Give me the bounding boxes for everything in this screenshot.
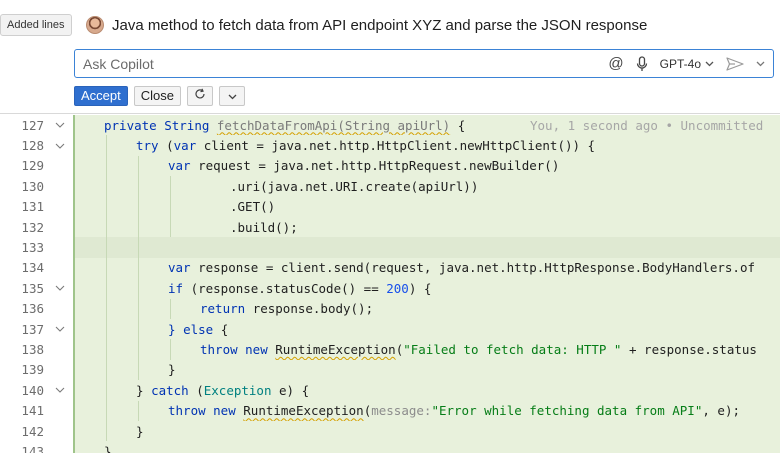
code-line-130[interactable]: 130 .uri(java.net.URI.create(apiUrl)): [0, 176, 780, 197]
at-mention-icon[interactable]: @: [608, 55, 623, 72]
code-line-138[interactable]: 138 throw new RuntimeException("Failed t…: [0, 339, 780, 360]
line-number: 139: [21, 362, 44, 378]
code-text: return response.body();: [200, 301, 374, 317]
more-options-button[interactable]: [219, 86, 245, 106]
prompt-text: Java method to fetch data from API endpo…: [112, 16, 648, 34]
fold-chevron-icon[interactable]: [46, 115, 74, 135]
code-text: }: [168, 362, 176, 378]
fold-chevron-icon[interactable]: [46, 135, 74, 155]
code-line-127[interactable]: 127 private String fetchDataFromApi(Stri…: [0, 115, 780, 136]
line-number: 138: [21, 342, 44, 358]
ask-copilot-input[interactable]: [75, 50, 595, 77]
line-number: 140: [21, 382, 44, 398]
code-text: .GET(): [230, 199, 276, 215]
code-text: var request = java.net.http.HttpRequest.…: [168, 158, 560, 174]
ask-tools: @ GPT-4o: [608, 50, 765, 77]
code-line-133[interactable]: 133: [0, 237, 780, 258]
code-line-136[interactable]: 136 return response.body();: [0, 298, 780, 319]
code-line-140[interactable]: 140 } catch (Exception e) {: [0, 380, 780, 401]
refresh-icon: [194, 87, 206, 105]
code-text: .build();: [230, 219, 298, 235]
fold-chevron-icon[interactable]: [46, 380, 74, 400]
code-text: var response = client.send(request, java…: [168, 260, 756, 276]
line-number: 142: [21, 423, 44, 439]
more-chevron-down-icon[interactable]: [756, 61, 765, 67]
code-editor[interactable]: 127 private String fetchDataFromApi(Stri…: [0, 115, 780, 453]
line-number: 141: [21, 403, 44, 419]
line-number: 133: [21, 240, 44, 256]
model-selector[interactable]: GPT-4o: [660, 57, 714, 71]
code-text: } else {: [168, 321, 229, 337]
line-number: 136: [21, 301, 44, 317]
code-line-129[interactable]: 129 var request = java.net.http.HttpRequ…: [0, 155, 780, 177]
code-line-128[interactable]: 128 try (var client = java.net.http.Http…: [0, 135, 780, 156]
added-lines-tooltip: Added lines: [0, 14, 72, 36]
avatar: [86, 16, 104, 34]
copilot-chat-panel: Added lines Java method to fetch data fr…: [0, 0, 780, 114]
line-number: 130: [21, 178, 44, 194]
code-text: } catch (Exception e) {: [136, 382, 310, 398]
code-line-134[interactable]: 134 var response = client.send(request, …: [0, 257, 780, 279]
code-text: .uri(java.net.URI.create(apiUrl)): [230, 178, 479, 194]
line-number: 132: [21, 219, 44, 235]
code-line-137[interactable]: 137 } else {: [0, 319, 780, 340]
code-line-131[interactable]: 131 .GET(): [0, 196, 780, 217]
line-number: 128: [21, 138, 44, 154]
blame-annotation: You, 1 second ago • Uncommitted: [530, 117, 764, 133]
line-number: 127: [21, 117, 44, 133]
regenerate-button[interactable]: [187, 86, 213, 106]
chevron-down-icon: [228, 87, 237, 105]
microphone-icon[interactable]: [636, 55, 648, 72]
code-line-132[interactable]: 132 .build();: [0, 217, 780, 238]
code-text: private String fetchDataFromApi(String a…: [104, 117, 466, 133]
line-number: 131: [21, 199, 44, 215]
code-line-142[interactable]: 142 }: [0, 421, 780, 442]
close-button[interactable]: Close: [133, 86, 181, 106]
code-text: throw new RuntimeException("Failed to fe…: [200, 342, 757, 358]
line-number: 129: [21, 158, 44, 174]
chevron-down-icon: [705, 61, 714, 67]
code-line-141[interactable]: 141 throw new RuntimeException(message:"…: [0, 400, 780, 421]
accept-button[interactable]: Accept: [74, 86, 128, 106]
code-text: try (var client = java.net.http.HttpClie…: [136, 138, 596, 154]
fold-chevron-icon[interactable]: [46, 319, 74, 339]
action-buttons: Accept Close: [74, 86, 245, 106]
line-number: 134: [21, 260, 44, 276]
line-number: 137: [21, 321, 44, 337]
code-text: throw new RuntimeException(message:"Erro…: [168, 403, 741, 419]
code-text: }: [136, 423, 144, 439]
ask-copilot-box[interactable]: @ GPT-4o: [74, 49, 774, 78]
code-text: }: [104, 444, 112, 453]
send-icon[interactable]: [726, 56, 744, 71]
model-label: GPT-4o: [659, 56, 701, 71]
fold-chevron-icon[interactable]: [46, 278, 74, 298]
line-number: 143: [21, 444, 44, 453]
code-line-135[interactable]: 135 if (response.statusCode() == 200) {: [0, 278, 780, 299]
code-text: if (response.statusCode() == 200) {: [168, 280, 432, 296]
code-line-143[interactable]: 143 }: [0, 441, 780, 453]
code-line-139[interactable]: 139 }: [0, 359, 780, 381]
line-number: 135: [21, 280, 44, 296]
prompt-row: Java method to fetch data from API endpo…: [86, 14, 647, 36]
